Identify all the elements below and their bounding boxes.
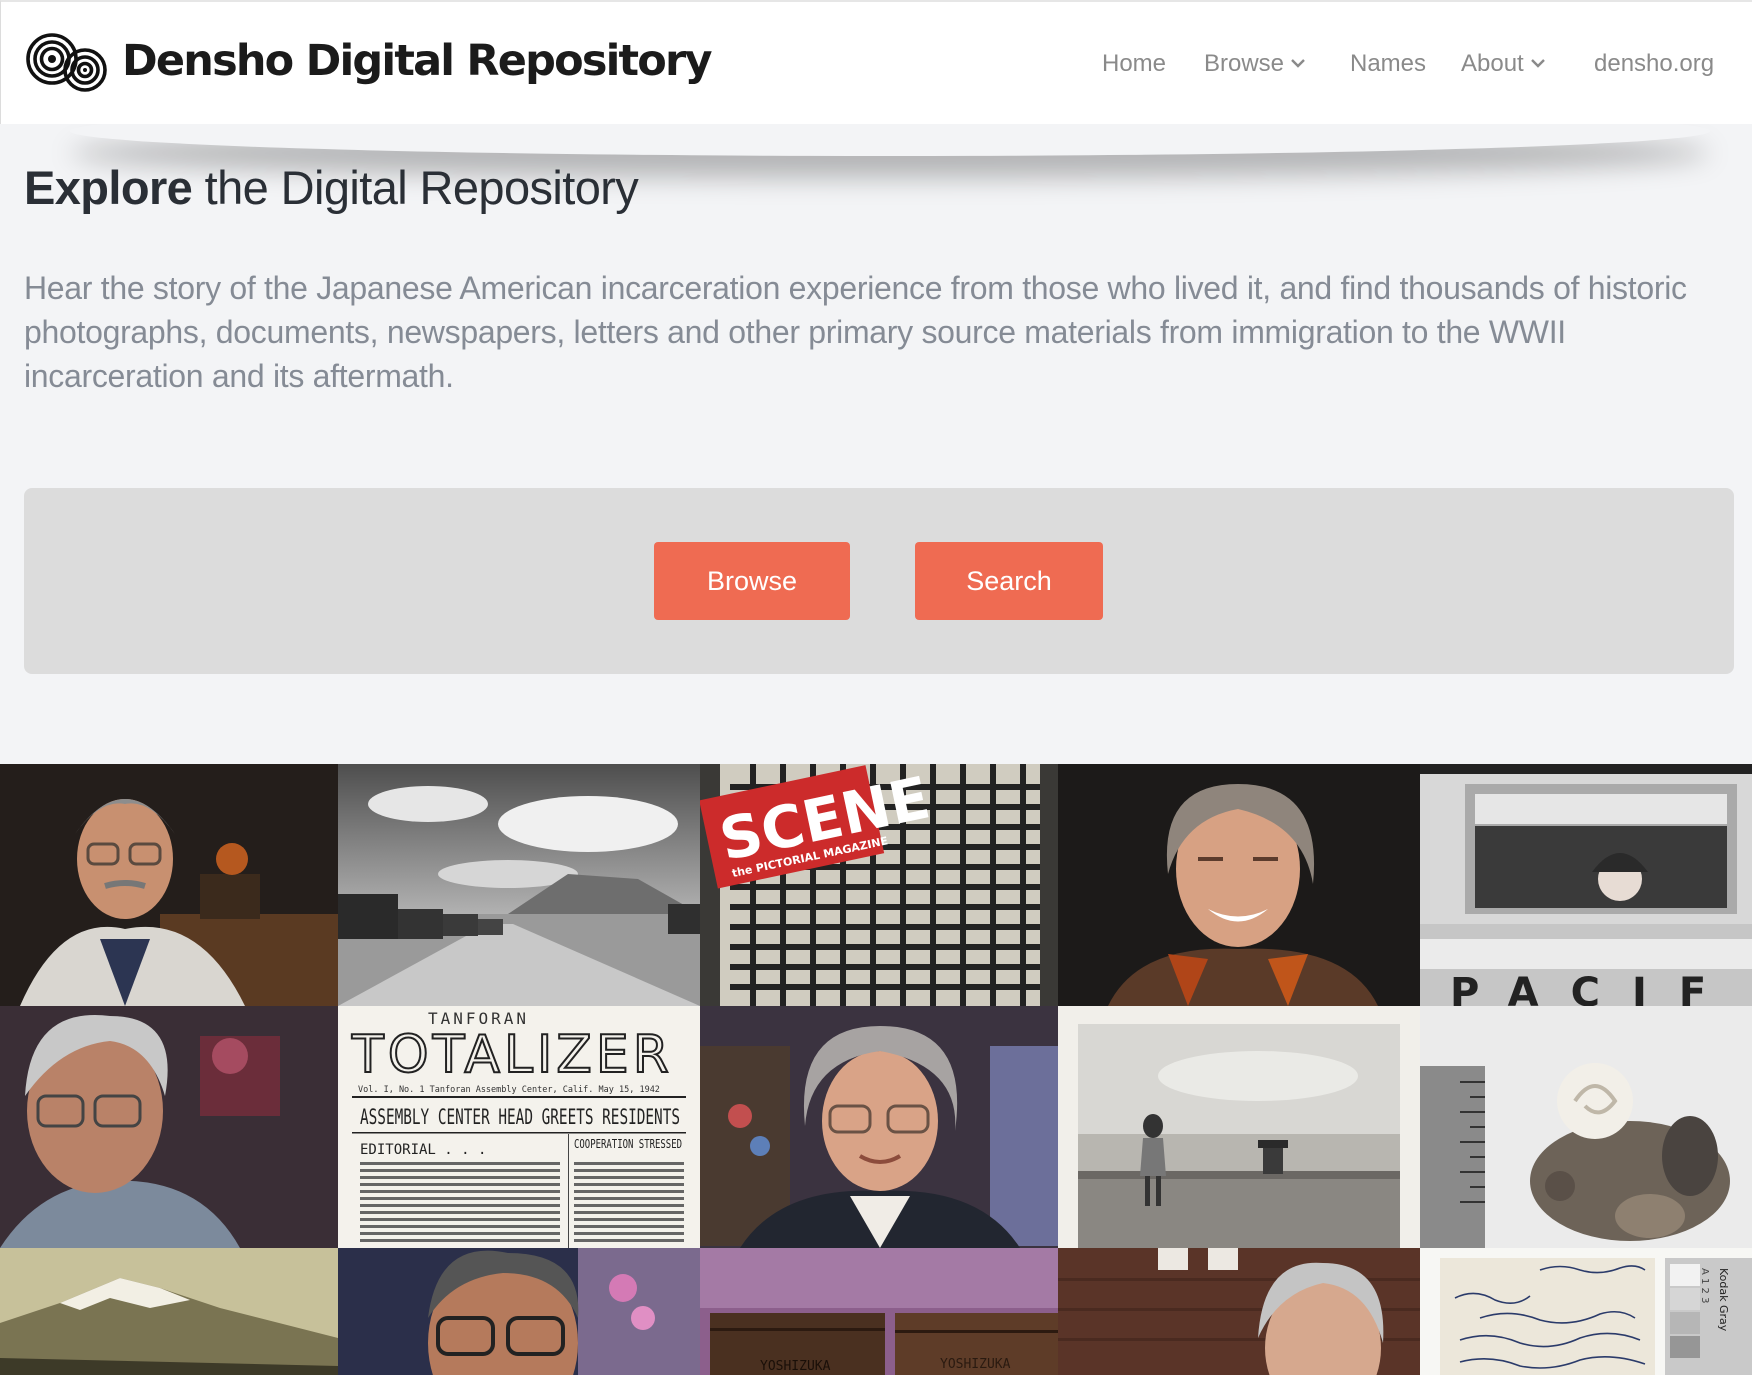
tile-handwritten-letter[interactable]: Kodak Gray A 1 2 3 xyxy=(1420,1248,1752,1375)
nav-about-dropdown[interactable]: About xyxy=(1461,46,1546,82)
interview-man-2-image xyxy=(0,1006,338,1248)
kodak-label-text: Kodak Gray xyxy=(1717,1268,1730,1332)
tile-interview-man-2[interactable] xyxy=(0,1006,338,1248)
kodak-scale-text: A 1 2 3 xyxy=(1699,1268,1710,1303)
interview-man-3-image xyxy=(338,1248,700,1375)
action-panel: Browse Search xyxy=(24,488,1734,674)
tile-interview-woman-3[interactable] xyxy=(1058,1248,1420,1375)
handwritten-letter-image: Kodak Gray A 1 2 3 xyxy=(1420,1248,1752,1375)
nav-names[interactable]: Names xyxy=(1350,46,1426,82)
tile-camp-barracks-landscape[interactable] xyxy=(338,764,700,1006)
interview-woman-1-image xyxy=(1058,764,1420,1006)
tile-interview-woman-1[interactable] xyxy=(1058,764,1420,1006)
nav-browse-label: Browse xyxy=(1204,50,1285,77)
crate-label-right: YOSHIZUKA xyxy=(940,1357,1011,1372)
newspaper-headline: ASSEMBLY CENTER HEAD GREETS RESIDENTS xyxy=(360,1105,680,1129)
page-title: Explore the Digital Repository xyxy=(24,160,639,216)
tile-tanforan-totalizer-newspaper[interactable]: TANFORAN TOTALIZER Vol. I, No. 1 Tanfora… xyxy=(338,1006,700,1248)
newspaper-issue-line: Vol. I, No. 1 Tanforan Assembly Center, … xyxy=(358,1085,660,1095)
interview-man-1-image xyxy=(0,764,338,1006)
newspaper-column-2-head: COOPERATION STRESSED xyxy=(574,1137,682,1151)
nav-home[interactable]: Home xyxy=(1102,46,1166,82)
camp-barracks-image xyxy=(338,764,700,1006)
nav-browse-dropdown[interactable]: Browse xyxy=(1204,46,1306,82)
intro-text: Hear the story of the Japanese American … xyxy=(24,270,1687,394)
page-title-rest: the Digital Repository xyxy=(204,161,639,214)
bus-lettering-text: PACIF xyxy=(1450,970,1738,1006)
crate-label-left: YOSHIZUKA xyxy=(760,1359,831,1374)
interview-woman-2-image xyxy=(700,1006,1058,1248)
nav-densho-org[interactable]: densho.org xyxy=(1594,46,1714,82)
tile-wooden-crate-photo[interactable]: YOSHIZUKA YOSHIZUKA xyxy=(700,1248,1058,1375)
main-nav: Home Browse Names About densho.org xyxy=(1,46,1752,86)
mountain-image xyxy=(0,1248,338,1375)
image-mosaic: SCENE the PICTORIAL MAGAZINE PACIF TANFO… xyxy=(0,764,1752,1375)
tile-interview-man-1[interactable] xyxy=(0,764,338,1006)
girl-in-field-image xyxy=(1058,1006,1420,1248)
bus-window-image: PACIF xyxy=(1420,764,1752,1006)
nav-about-label: About xyxy=(1461,50,1524,77)
newspaper-editorial: EDITORIAL . . . xyxy=(360,1142,486,1158)
tile-mountain-photo[interactable] xyxy=(0,1248,338,1375)
interview-woman-3-image xyxy=(1058,1248,1420,1375)
search-button[interactable]: Search xyxy=(915,542,1103,620)
chevron-down-icon xyxy=(1291,58,1305,68)
tile-child-at-bus-window[interactable]: PACIF xyxy=(1420,764,1752,1006)
tile-girl-in-field-photo[interactable] xyxy=(1058,1006,1420,1248)
tanforan-newspaper-image: TANFORAN TOTALIZER Vol. I, No. 1 Tanfora… xyxy=(338,1006,700,1248)
tile-scene-magazine-cover[interactable]: SCENE the PICTORIAL MAGAZINE xyxy=(700,764,1058,1006)
tile-shell-artifact-photo[interactable] xyxy=(1420,1006,1752,1248)
shell-artifact-image xyxy=(1420,1006,1752,1248)
tile-interview-woman-2[interactable] xyxy=(700,1006,1058,1248)
top-navbar: Densho Digital Repository Home Browse Na… xyxy=(0,0,1752,124)
page-title-bold: Explore xyxy=(24,161,193,214)
wooden-crate-image: YOSHIZUKA YOSHIZUKA xyxy=(700,1248,1058,1375)
newspaper-masthead: TOTALIZER xyxy=(351,1025,673,1085)
chevron-down-icon xyxy=(1530,58,1545,68)
tile-interview-man-3[interactable] xyxy=(338,1248,700,1375)
scene-magazine-image: SCENE the PICTORIAL MAGAZINE xyxy=(700,764,1058,1006)
browse-button[interactable]: Browse xyxy=(654,542,850,620)
